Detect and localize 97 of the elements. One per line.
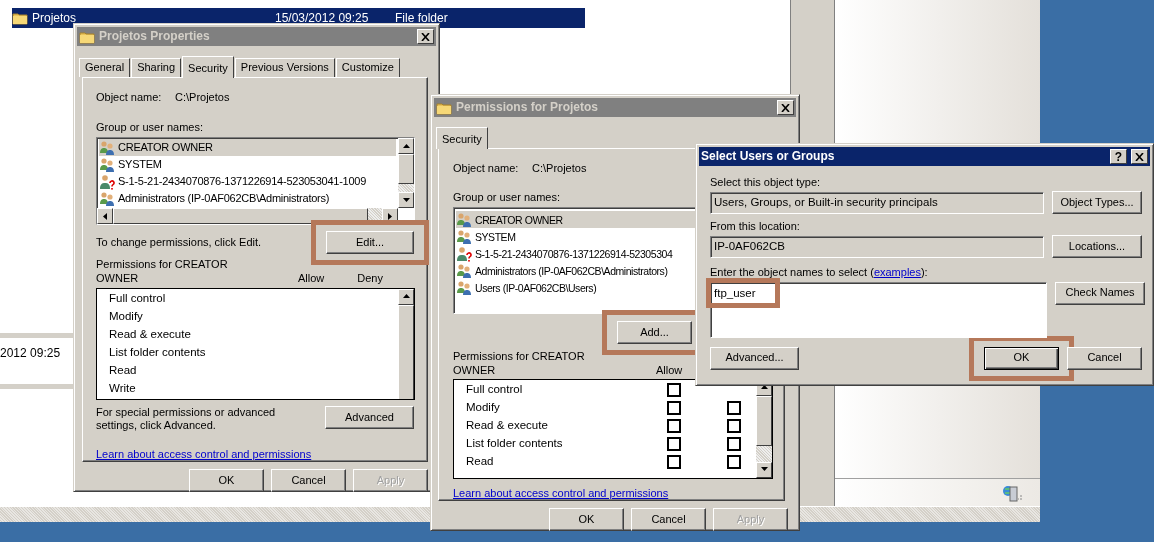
- object-name: C:\Projetos: [175, 91, 230, 105]
- vertical-scrollbar[interactable]: [398, 288, 414, 399]
- checkbox[interactable]: [667, 400, 681, 415]
- permission-name: Modify: [108, 308, 144, 324]
- user-group-icon: [456, 228, 472, 245]
- date-text: 2012 09:25: [0, 346, 61, 360]
- window-title: Select Users or Groups: [701, 149, 836, 164]
- arrow-down-icon: [760, 466, 768, 474]
- dialog-button[interactable]: OK: [189, 469, 264, 493]
- permission-name: Read & execute: [108, 326, 192, 342]
- tab[interactable]: General: [79, 58, 131, 77]
- arrow-left-icon: [101, 212, 109, 220]
- permissions-label: Permissions for CREATOR OWNER: [453, 350, 586, 377]
- permissions-label: Permissions for CREATOR OWNER: [96, 258, 229, 285]
- object-name: C:\Projetos: [532, 162, 587, 176]
- arrow-up-icon: [402, 293, 410, 301]
- list-item[interactable]: S-1-5-21-2434070876-1371226914-523053041-1009: [99, 173, 396, 191]
- list-item[interactable]: SYSTEM: [99, 156, 396, 174]
- object-types-button[interactable]: Object Types...: [1052, 191, 1142, 215]
- checkbox[interactable]: [727, 454, 741, 469]
- field-label: Group or user names:: [453, 191, 560, 205]
- user-group-icon: [456, 211, 472, 228]
- permission-list[interactable]: Full control Modify Read & execute List folder contents Read: [453, 378, 773, 479]
- checkbox[interactable]: [667, 454, 681, 469]
- window-title: Projetos Properties: [99, 29, 211, 44]
- dialog-button[interactable]: Cancel: [1067, 346, 1142, 370]
- permission-name: Modify: [466, 400, 501, 415]
- field-label: Select this object type:: [710, 176, 821, 190]
- arrow-right-icon: [386, 212, 394, 220]
- permission-name: Full control: [108, 290, 167, 306]
- list-item[interactable]: Administrators (IP-0AF062CB\Administrators): [99, 190, 396, 208]
- help-link[interactable]: Learn about access control and permissions: [96, 448, 312, 462]
- close-icon: [421, 32, 430, 41]
- user-group-icon: [456, 262, 472, 279]
- checkbox[interactable]: [727, 436, 741, 451]
- check-names-button[interactable]: Check Names: [1055, 281, 1145, 305]
- read-only-field: IP-0AF062CB: [710, 235, 1044, 258]
- column-header: Deny: [357, 271, 383, 285]
- permission-list[interactable]: Full control Modify Read & execute List folder contents Read Write: [96, 287, 415, 400]
- column-header: Allow: [298, 271, 325, 285]
- tab[interactable]: Security: [436, 127, 488, 149]
- tab[interactable]: Customize: [335, 58, 400, 77]
- list-item[interactable]: CREATOR OWNER: [99, 139, 396, 157]
- advanced-button[interactable]: Advanced...: [710, 346, 799, 370]
- field-label: Group or user names:: [96, 121, 203, 135]
- arrow-up-icon: [760, 384, 768, 392]
- checkbox[interactable]: [727, 418, 741, 433]
- field-label: Object name:: [453, 162, 520, 176]
- hint-text: For special permissions or advanced settings, click Advanced.: [96, 405, 277, 433]
- checkbox[interactable]: [667, 436, 681, 451]
- column-header: Allow: [656, 363, 683, 377]
- horizontal-scrollbar[interactable]: [97, 208, 398, 225]
- checkbox[interactable]: [667, 382, 681, 397]
- checkbox[interactable]: [667, 418, 681, 433]
- tab[interactable]: Previous Versions: [234, 58, 335, 77]
- tab[interactable]: Sharing: [131, 58, 182, 77]
- user-list[interactable]: CREATOR OWNER SYSTEM S-1-5-21-2434070876-1371226914-523053041-1009 Administrators (IP-0AF062CB\Administrators): [96, 137, 415, 226]
- read-only-field: Users, Groups, or Built-in security principals: [710, 191, 1044, 214]
- dialog-button[interactable]: OK: [549, 507, 624, 531]
- unknown-user-icon: [456, 245, 472, 262]
- permission-name: List folder contents: [108, 344, 207, 360]
- user-group-icon: [99, 139, 115, 156]
- help-button[interactable]: ?: [1110, 149, 1127, 164]
- hint-text: To change permissions, click Edit.: [96, 236, 262, 250]
- close-icon: [781, 103, 790, 112]
- names-field[interactable]: ftp_user: [710, 281, 1047, 338]
- arrow-up-icon: [402, 142, 410, 150]
- permission-name: Write: [108, 380, 137, 396]
- dialog-button[interactable]: Cancel: [631, 507, 706, 531]
- folder-icon: [12, 10, 28, 26]
- vertical-scrollbar[interactable]: [398, 138, 414, 209]
- close-button[interactable]: [777, 100, 794, 115]
- permission-name: Full control: [466, 382, 524, 397]
- dialog-button[interactable]: Cancel: [271, 469, 346, 493]
- permission-name: Read: [466, 454, 495, 469]
- close-icon: [1135, 152, 1144, 161]
- dialog-button[interactable]: OK: [984, 346, 1059, 370]
- advanced-button[interactable]: Advanced: [325, 405, 414, 429]
- user-group-icon: [456, 279, 472, 296]
- locations-button[interactable]: Locations...: [1052, 235, 1142, 259]
- arrow-down-icon: [402, 196, 410, 204]
- window-title: Permissions for Projetos: [456, 100, 600, 115]
- network-computer-icon: [1002, 483, 1024, 502]
- tab[interactable]: Security: [182, 56, 234, 78]
- close-button[interactable]: [417, 29, 434, 44]
- add-button[interactable]: Add...: [617, 321, 692, 345]
- permission-name: Read & execute: [466, 418, 549, 433]
- permission-name: Read: [108, 362, 138, 378]
- edit-button[interactable]: Edit...: [326, 231, 414, 255]
- field-label: Object name:: [96, 91, 163, 105]
- help-link[interactable]: Learn about access control and permissions: [453, 486, 669, 500]
- checkbox[interactable]: [727, 400, 741, 415]
- close-button[interactable]: [1131, 149, 1148, 164]
- user-group-icon: [99, 190, 115, 207]
- permission-name: List folder contents: [466, 436, 564, 451]
- user-group-icon: [99, 156, 115, 173]
- unknown-user-icon: [99, 173, 115, 190]
